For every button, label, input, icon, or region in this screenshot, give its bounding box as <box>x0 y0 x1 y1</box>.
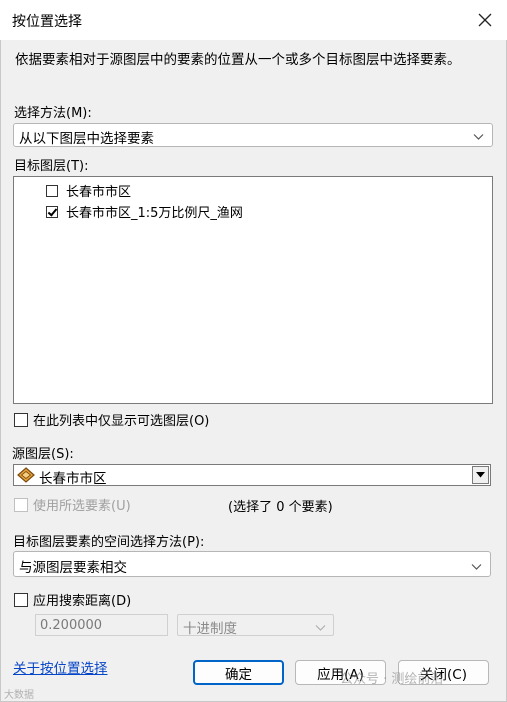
spatial-method-dropdown[interactable]: 与源图层要素相交 <box>13 551 491 577</box>
target-layers-label: 目标图层(T): <box>14 159 89 174</box>
chevron-down-icon <box>471 560 482 575</box>
search-distance-checkbox[interactable] <box>14 592 28 607</box>
use-selected-option[interactable]: 使用所选要素(U) <box>14 495 131 514</box>
distance-unit-value: 十进制度 <box>183 621 237 637</box>
polygon-layer-icon <box>17 467 35 487</box>
chevron-down-icon <box>473 130 484 145</box>
only-selectable-checkbox[interactable] <box>14 412 28 427</box>
about-select-by-location-link[interactable]: 关于按位置选择 <box>13 657 108 677</box>
selection-method-dropdown[interactable]: 从以下图层中选择要素 <box>13 123 493 147</box>
search-distance-value: 0.200000 <box>40 618 103 633</box>
use-selected-label: 使用所选要素(U) <box>33 499 131 514</box>
spatial-method-label: 目标图层要素的空间选择方法(P): <box>13 535 205 550</box>
spatial-method-value: 与源图层要素相交 <box>19 560 127 576</box>
search-distance-input[interactable]: 0.200000 <box>35 614 168 636</box>
selection-method-label: 选择方法(M): <box>14 106 92 121</box>
target-layer-item[interactable]: 长春市市区 <box>46 181 131 200</box>
triangle-down-icon <box>476 472 485 478</box>
only-selectable-label: 在此列表中仅显示可选图层(O) <box>33 414 210 429</box>
target-layer-item[interactable]: 长春市市区_1:5万比例尺_渔网 <box>46 202 243 221</box>
selection-method-value: 从以下图层中选择要素 <box>19 131 154 147</box>
target-layer-label: 长春市市区 <box>66 185 132 200</box>
source-layer-label: 源图层(S): <box>12 447 74 462</box>
use-selected-checkbox[interactable] <box>14 497 28 512</box>
dropdown-arrow-button[interactable] <box>472 466 489 484</box>
target-layer-checkbox[interactable] <box>46 184 58 197</box>
search-distance-label: 应用搜索距离(D) <box>33 594 132 609</box>
selected-count-text: (选择了 0 个要素) <box>228 500 333 515</box>
watermark-right: 公众号 · 测绘前沿 <box>340 672 444 687</box>
search-distance-option[interactable]: 应用搜索距离(D) <box>14 590 131 609</box>
source-layer-value: 长春市市区 <box>39 471 107 487</box>
only-selectable-option[interactable]: 在此列表中仅显示可选图层(O) <box>14 410 209 429</box>
target-layer-label: 长春市市区_1:5万比例尺_渔网 <box>66 206 243 221</box>
target-layers-list[interactable]: 长春市市区 长春市市区_1:5万比例尺_渔网 <box>13 176 493 404</box>
watermark-left: 大数据 <box>4 690 34 701</box>
chevron-down-icon <box>315 621 326 636</box>
close-icon[interactable] <box>470 5 500 35</box>
ok-button[interactable]: 确定 <box>193 660 284 685</box>
distance-unit-dropdown[interactable]: 十进制度 <box>177 614 334 637</box>
source-layer-combobox[interactable]: 长春市市区 <box>13 464 491 487</box>
target-layer-checkbox[interactable] <box>46 205 58 218</box>
dialog-title: 按位置选择 <box>12 14 82 30</box>
dialog-description: 依据要素相对于源图层中的要素的位置从一个或多个目标图层中选择要素。 <box>15 52 461 68</box>
